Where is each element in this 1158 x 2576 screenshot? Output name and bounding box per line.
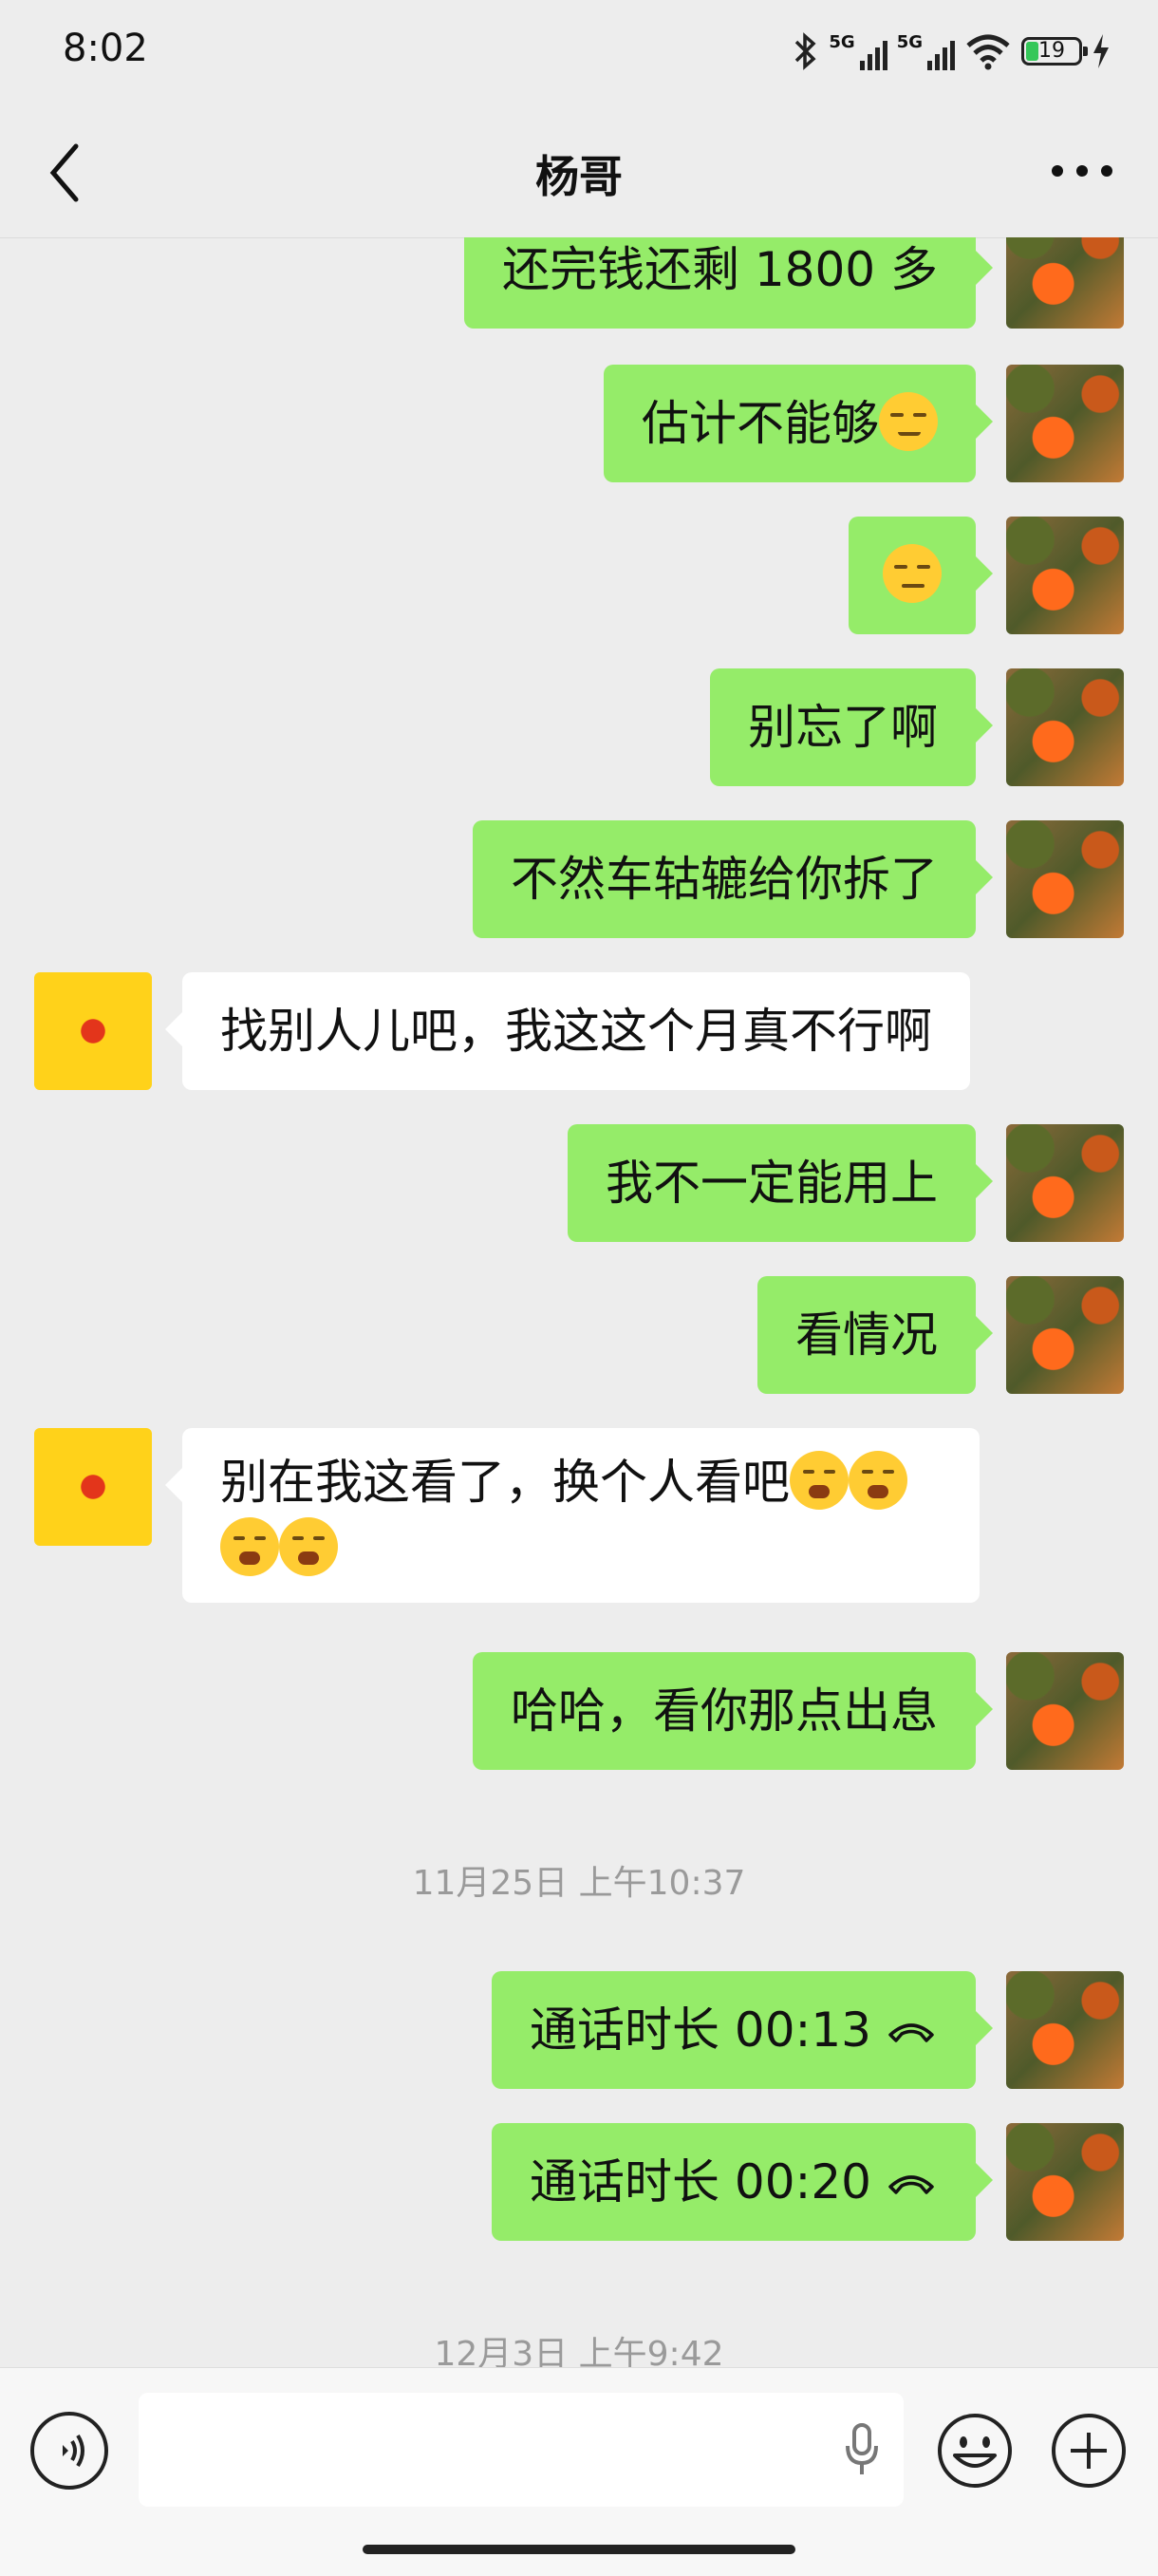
message-input[interactable] <box>139 2393 904 2507</box>
message-text: 别忘了啊 <box>748 700 938 755</box>
input-bar <box>0 2367 1158 2576</box>
call-duration-text: 通话时长 00:13 <box>530 2003 871 2058</box>
my-avatar[interactable] <box>1006 237 1124 329</box>
hangup-icon <box>888 2175 934 2194</box>
my-avatar[interactable] <box>1006 2123 1124 2241</box>
mic-icon[interactable] <box>843 2421 881 2478</box>
voice-icon <box>63 2434 84 2468</box>
message-text: 找别人儿吧，我这这个月真不行啊 <box>220 1004 932 1059</box>
message-bubble[interactable]: 哈哈，看你那点出息 <box>473 1652 993 1770</box>
chat-title: 杨哥 <box>535 151 623 202</box>
message-bubble[interactable]: 估计不能够 <box>604 365 993 482</box>
message-text: 还完钱还剩 1800 多 <box>501 242 938 297</box>
emoji-icon[interactable] <box>936 2412 1014 2490</box>
crying-emoji-icon <box>279 1517 338 1576</box>
message-bubble[interactable]: 还完钱还剩 1800 多 <box>463 237 994 329</box>
my-avatar[interactable] <box>1006 820 1124 938</box>
message-list[interactable]: 还完钱还剩 1800 多 估计不能够 别忘了啊 不然车轱辘给你拆了 找别人儿吧，… <box>0 237 1158 2367</box>
signal-icon: 5G <box>829 32 887 70</box>
status-time: 8:02 <box>63 27 148 70</box>
crying-emoji-icon <box>790 1451 849 1510</box>
chat-header: 杨哥 <box>0 104 1158 238</box>
my-avatar[interactable] <box>1006 365 1124 482</box>
my-avatar[interactable] <box>1006 517 1124 634</box>
my-avatar[interactable] <box>1006 1276 1124 1394</box>
message-text: 不然车轱辘给你拆了 <box>511 852 938 907</box>
message-text: 看情况 <box>795 1307 938 1363</box>
message-bubble[interactable]: 找别人儿吧，我这这个月真不行啊 <box>165 972 970 1090</box>
call-duration-text: 通话时长 00:20 <box>530 2154 871 2209</box>
smirk-emoji-icon <box>883 544 942 603</box>
message-bubble[interactable]: 别忘了啊 <box>710 668 993 786</box>
battery-level: 19 <box>1038 39 1065 63</box>
message-bubble[interactable]: 别在我这看了，换个人看吧 <box>165 1428 980 1603</box>
my-avatar[interactable] <box>1006 1652 1124 1770</box>
network-label: 5G <box>829 32 855 52</box>
call-record-bubble[interactable]: 通话时长 00:13 <box>492 1971 993 2089</box>
message-text: 估计不能够 <box>642 396 879 451</box>
network-label: 5G <box>896 32 923 52</box>
message-bubble[interactable]: 我不一定能用上 <box>568 1124 993 1242</box>
status-icons: 5G 5G 19 <box>781 30 1111 72</box>
message-text: 我不一定能用上 <box>606 1156 938 1211</box>
signal-icon: 5G <box>897 32 955 70</box>
crying-emoji-icon <box>220 1517 279 1576</box>
bluetooth-icon <box>795 32 816 70</box>
contact-avatar[interactable] <box>34 1428 152 1546</box>
charging-icon <box>1093 34 1109 68</box>
crying-emoji-icon <box>849 1451 907 1510</box>
contact-avatar[interactable] <box>34 972 152 1090</box>
hangup-icon <box>888 2023 934 2042</box>
plus-icon[interactable] <box>1050 2412 1128 2490</box>
battery-icon: 19 <box>1021 37 1088 66</box>
timestamp: 12月3日 上午9:42 <box>434 2335 724 2367</box>
my-avatar[interactable] <box>1006 1971 1124 2089</box>
message-bubble[interactable]: 看情况 <box>757 1276 993 1394</box>
home-indicator <box>363 2545 795 2554</box>
more-icon[interactable] <box>1044 142 1120 199</box>
call-record-bubble[interactable]: 通话时长 00:20 <box>492 2123 993 2241</box>
message-text: 哈哈，看你那点出息 <box>511 1683 938 1739</box>
status-bar: 8:02 5G 5G 19 <box>0 0 1158 104</box>
message-bubble[interactable]: 不然车轱辘给你拆了 <box>473 820 993 938</box>
my-avatar[interactable] <box>1006 668 1124 786</box>
timestamp: 11月25日 上午10:37 <box>412 1864 746 1903</box>
message-text: 别在我这看了，换个人看吧 <box>220 1455 790 1510</box>
smirk-emoji-icon <box>879 392 938 451</box>
wifi-icon <box>966 34 1010 70</box>
my-avatar[interactable] <box>1006 1124 1124 1242</box>
voice-button[interactable] <box>30 2412 108 2490</box>
message-bubble[interactable] <box>849 517 993 634</box>
